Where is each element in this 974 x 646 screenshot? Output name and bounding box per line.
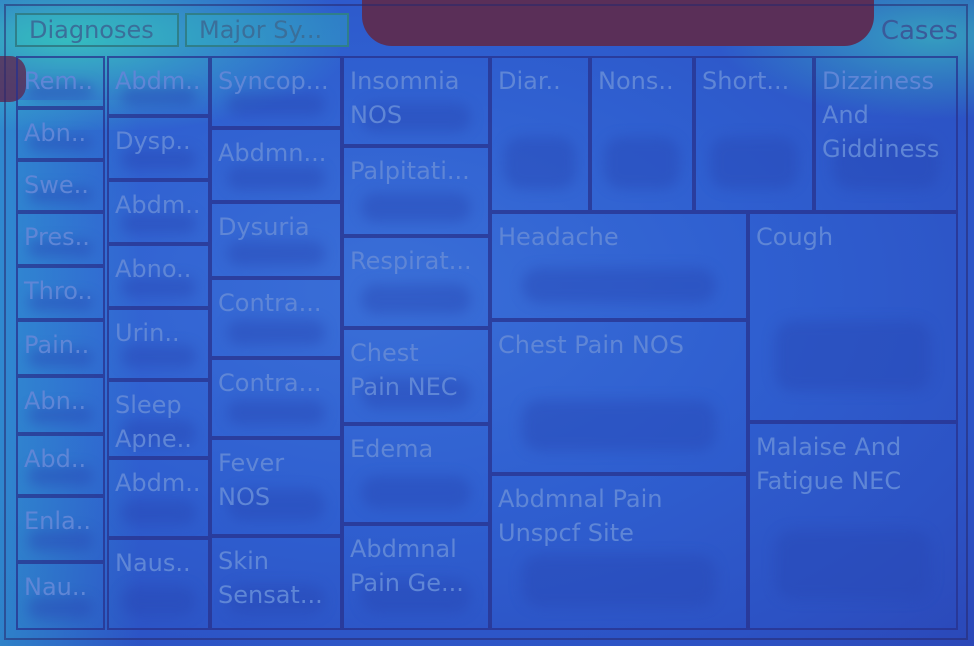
treemap-cell[interactable]: Abdm.. [107,56,210,116]
treemap-cell[interactable]: Nons.. [590,56,694,212]
treemap-cell-label: Dizziness And Giddiness [822,67,940,163]
treemap-cell-label: Pres.. [24,223,90,251]
treemap-cell-label: Abdmnal Pain Ge... [350,535,464,597]
treemap-cell[interactable]: Enla.. [16,496,105,562]
treemap-cell-label: Contra... [218,289,322,317]
header-band [362,0,874,46]
treemap-cell-label: Abdmn... [218,139,327,167]
treemap-cell-label: Palpitati... [350,157,470,185]
treemap-cell[interactable]: Abd.. [16,434,105,496]
treemap-cell-label: Malaise And Fatigue NEC [756,433,902,495]
treemap-cell-label: Urin.. [115,319,180,347]
breadcrumb-major-symptoms[interactable]: Major Sy... [185,13,349,47]
treemap-cell-label: Headache [498,223,619,251]
treemap-cell-label: Swe.. [24,171,89,199]
treemap-cell-label: Abd.. [24,445,87,473]
treemap-cell-label: Skin Sensat... [218,547,323,609]
treemap-cell-label: Thro.. [24,277,93,305]
treemap-cell[interactable]: Abdmnal Pain Unspcf Site [490,474,748,630]
treemap-cell-label: Abdm.. [115,191,201,219]
treemap-cell-label: Chest Pain NOS [498,331,684,359]
treemap-cell[interactable]: Diar.. [490,56,590,212]
treemap-cell-label: Pain.. [24,331,90,359]
treemap-cell-label: Abdm.. [115,469,201,497]
treemap-cell[interactable]: Contra... [210,358,342,438]
treemap-cell-label: Abn.. [24,119,87,147]
treemap-cell[interactable]: Abdmn... [210,128,342,202]
treemap-cell[interactable]: Naus.. [107,538,210,630]
treemap-cell-label: Diar.. [498,67,561,95]
treemap-cell-label: Contra... [218,369,322,397]
treemap-cell[interactable]: Skin Sensat... [210,536,342,630]
treemap-cell[interactable]: Swe.. [16,160,105,212]
treemap-cell[interactable]: Rem.. [16,56,105,108]
treemap-cell[interactable]: Contra... [210,278,342,358]
treemap-cell[interactable]: Chest Pain NOS [490,320,748,474]
treemap-cell-label: Abno.. [115,255,192,283]
treemap-cell[interactable]: Pain.. [16,320,105,376]
treemap-cell[interactable]: Respirat... [342,236,490,328]
treemap-cell[interactable]: Edema [342,424,490,524]
treemap-cell[interactable]: Abn.. [16,108,105,160]
treemap-cell[interactable]: Dysp.. [107,116,210,180]
treemap-cell-label: Enla.. [24,507,92,535]
treemap-cell[interactable]: Palpitati... [342,146,490,236]
treemap-cell-label: Rem.. [24,67,93,95]
treemap-cell-label: Edema [350,435,434,463]
treemap-cell[interactable]: Dysuria [210,202,342,278]
treemap-cell[interactable]: Abno.. [107,244,210,308]
treemap-cell[interactable]: Cough [748,212,958,422]
treemap-cell[interactable]: Thro.. [16,266,105,320]
treemap-cell[interactable]: Chest Pain NEC [342,328,490,424]
treemap-cell[interactable]: Abn.. [16,376,105,434]
treemap-cell[interactable]: Sleep Apne.. [107,380,210,458]
treemap-cell[interactable]: Insomnia NOS [342,56,490,146]
treemap-cell[interactable]: Headache [490,212,748,320]
treemap-cell[interactable]: Dizziness And Giddiness [814,56,958,212]
size-label-cases: Cases [880,16,958,46]
treemap-cell-label: Chest Pain NEC [350,339,458,401]
treemap-cell-label: Syncop... [218,67,329,95]
treemap-cell[interactable]: Abdm.. [107,458,210,538]
treemap-cell-label: Abdm.. [115,67,201,95]
treemap-cell[interactable]: Urin.. [107,308,210,380]
treemap-cell[interactable]: Abdm.. [107,180,210,244]
treemap-cell-label: Abdmnal Pain Unspcf Site [498,485,663,547]
treemap-cell[interactable]: Fever NOS [210,438,342,536]
treemap-cell-label: Dysuria [218,213,310,241]
treemap-cell[interactable]: Nau.. [16,562,105,630]
treemap-cell[interactable]: Abdmnal Pain Ge... [342,524,490,630]
treemap-cell[interactable]: Syncop... [210,56,342,128]
treemap-cell-label: Naus.. [115,549,191,577]
treemap-cell-label: Cough [756,223,834,251]
treemap-cell-label: Respirat... [350,247,472,275]
treemap-cell[interactable]: Malaise And Fatigue NEC [748,422,958,630]
treemap-cell-label: Nau.. [24,573,88,601]
treemap-cell[interactable]: Pres.. [16,212,105,266]
treemap-cell-label: Dysp.. [115,127,191,155]
treemap-cell-label: Abn.. [24,387,87,415]
treemap-cell[interactable]: Short... [694,56,814,212]
treemap-cell-label: Short... [702,67,790,95]
breadcrumb-diagnoses[interactable]: Diagnoses [15,13,179,47]
treemap-cell-label: Nons.. [598,67,674,95]
